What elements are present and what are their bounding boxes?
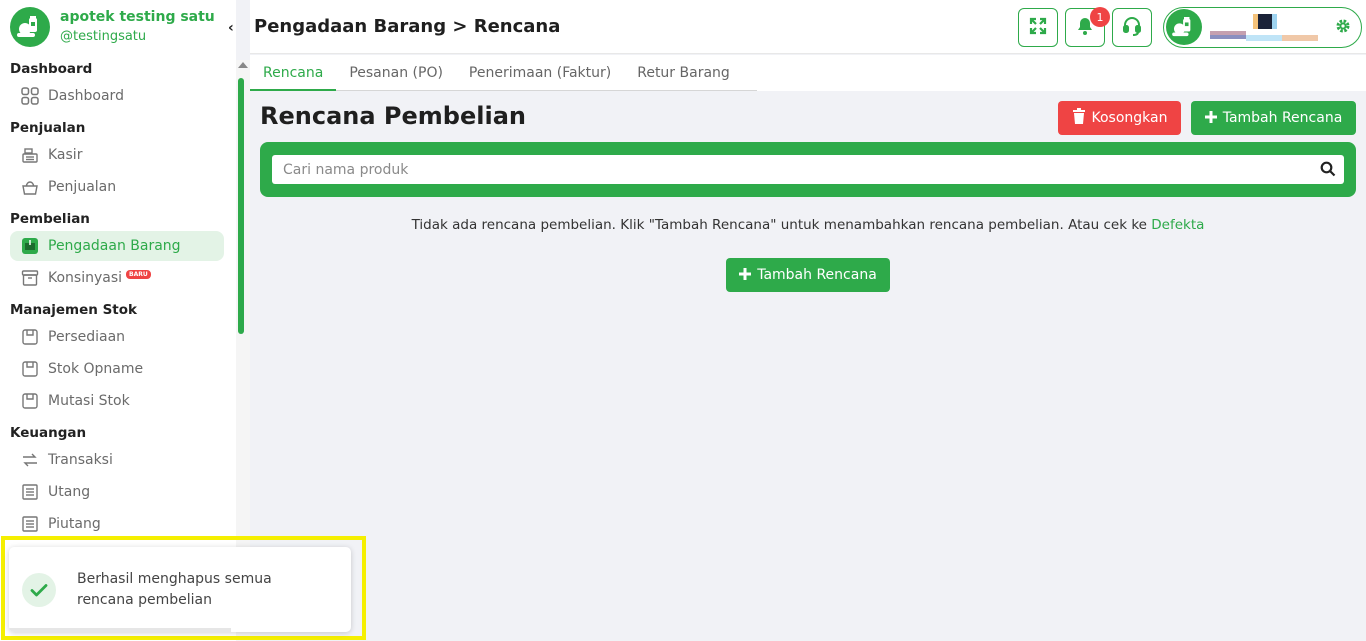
receipt-icon: [20, 482, 40, 502]
tab-penerimaan-faktur[interactable]: Penerimaan (Faktur): [456, 55, 624, 91]
menu-group-dashboard: Dashboard: [10, 61, 93, 77]
empty-tambah-rencana-button[interactable]: Tambah Rencana: [726, 258, 890, 292]
toast-progress-bar: [9, 628, 232, 632]
sidebar-item-transaksi[interactable]: Transaksi: [10, 445, 224, 475]
empty-state-message: Tidak ada rencana pembelian. Klik "Tamba…: [250, 217, 1366, 233]
sidebar-item-label: Mutasi Stok: [48, 393, 130, 409]
sidebar-item-label: Utang: [48, 484, 91, 500]
sidebar-item-piutang[interactable]: Piutang: [10, 509, 224, 539]
plus-icon: [739, 266, 752, 284]
tambah-rencana-button[interactable]: Tambah Rencana: [1191, 101, 1356, 135]
search-icon[interactable]: [1320, 161, 1336, 181]
headset-icon: [1121, 15, 1143, 41]
receipt-icon: [20, 514, 40, 534]
sidebar-item-konsinyasi[interactable]: Konsinyasi BARU: [10, 263, 224, 293]
search-panel: [260, 142, 1356, 197]
tambah-rencana-label: Tambah Rencana: [1222, 110, 1343, 126]
support-button[interactable]: [1112, 8, 1152, 47]
tab-pesanan-po[interactable]: Pesanan (PO): [336, 55, 456, 91]
archive-icon: [20, 268, 40, 288]
search-input[interactable]: [272, 155, 1344, 184]
top-header: Pengadaan Barang > Rencana 1: [250, 0, 1366, 54]
sidebar-item-label: Pengadaan Barang: [48, 238, 181, 254]
brand-name: apotek testing satu: [60, 9, 215, 25]
page-title: Pengadaan Barang > Rencana: [254, 16, 561, 37]
collapse-sidebar-chevron-icon[interactable]: ‹: [228, 20, 234, 36]
transfer-icon: [20, 450, 40, 470]
basket-icon: [20, 177, 40, 197]
sidebar-item-label: Penjualan: [48, 179, 117, 195]
sidebar-item-kasir[interactable]: Kasir: [10, 140, 224, 170]
expand-icon: [1028, 16, 1048, 40]
sidebar-item-label: Persediaan: [48, 329, 126, 345]
tab-retur-barang[interactable]: Retur Barang: [624, 55, 743, 91]
sidebar-menu: Dashboard Dashboard Penjualan Kasir Penj…: [0, 58, 236, 539]
sidebar-item-label: Kasir: [48, 147, 83, 163]
sidebar-item-utang[interactable]: Utang: [10, 477, 224, 507]
fullscreen-button[interactable]: [1018, 8, 1058, 47]
tab-rencana[interactable]: Rencana: [250, 55, 337, 91]
sidebar-item-mutasi-stok[interactable]: Mutasi Stok: [10, 386, 224, 416]
package-icon: [20, 391, 40, 411]
notification-button[interactable]: 1: [1065, 7, 1110, 47]
sidebar-item-stok-opname[interactable]: Stok Opname: [10, 354, 224, 384]
notification-count-badge: 1: [1090, 7, 1110, 27]
sidebar-item-dashboard[interactable]: Dashboard: [10, 81, 224, 111]
sidebar-item-label: Piutang: [48, 516, 101, 532]
empty-tambah-rencana-label: Tambah Rencana: [757, 267, 877, 283]
sidebar-item-penjualan[interactable]: Penjualan: [10, 172, 224, 202]
gear-icon[interactable]: [1335, 18, 1351, 38]
menu-group-manajemen-stok: Manajemen Stok: [10, 302, 138, 318]
toast-message: Berhasil menghapus semua rencana pembeli…: [77, 571, 272, 608]
kosongkan-label: Kosongkan: [1091, 110, 1168, 126]
check-circle-icon: [22, 573, 56, 607]
sidebar-item-label: Transaksi: [48, 452, 113, 468]
success-toast[interactable]: Berhasil menghapus semua rencana pembeli…: [9, 547, 351, 632]
sidebar-item-label: Konsinyasi: [48, 270, 123, 286]
plus-icon: [1204, 109, 1217, 127]
defekta-link[interactable]: Defekta: [1151, 217, 1204, 233]
grid-icon: [20, 86, 40, 106]
package-icon: [20, 327, 40, 347]
kosongkan-button[interactable]: Kosongkan: [1058, 101, 1181, 135]
trash-icon: [1072, 108, 1086, 128]
empty-state-text: Tidak ada rencana pembelian. Klik "Tamba…: [411, 217, 1152, 233]
profile-avatar-icon: [1166, 9, 1202, 45]
sidebar-item-label: Stok Opname: [48, 361, 144, 377]
pharmacy-logo-icon: [10, 7, 50, 47]
brand: apotek testing satu @testingsatu: [0, 0, 236, 54]
scroll-up-arrow-icon[interactable]: [238, 62, 248, 68]
box-icon: [20, 236, 40, 256]
tab-bar-filler: [757, 55, 1366, 91]
sidebar-item-label: Dashboard: [48, 88, 124, 104]
menu-group-keuangan: Keuangan: [10, 425, 87, 441]
sidebar-item-persediaan[interactable]: Persediaan: [10, 322, 224, 352]
profile-menu[interactable]: [1163, 7, 1362, 48]
tab-bar: Rencana Pesanan (PO) Penerimaan (Faktur)…: [250, 55, 757, 91]
sidebar-item-pengadaan-barang[interactable]: Pengadaan Barang: [10, 231, 224, 261]
package-icon: [20, 359, 40, 379]
new-badge: BARU: [126, 269, 151, 279]
content-title: Rencana Pembelian: [260, 102, 526, 130]
cash-register-icon: [20, 145, 40, 165]
scrollbar-thumb[interactable]: [238, 78, 244, 334]
brand-handle: @testingsatu: [60, 29, 147, 44]
menu-group-penjualan: Penjualan: [10, 120, 86, 136]
menu-group-pembelian: Pembelian: [10, 211, 90, 227]
